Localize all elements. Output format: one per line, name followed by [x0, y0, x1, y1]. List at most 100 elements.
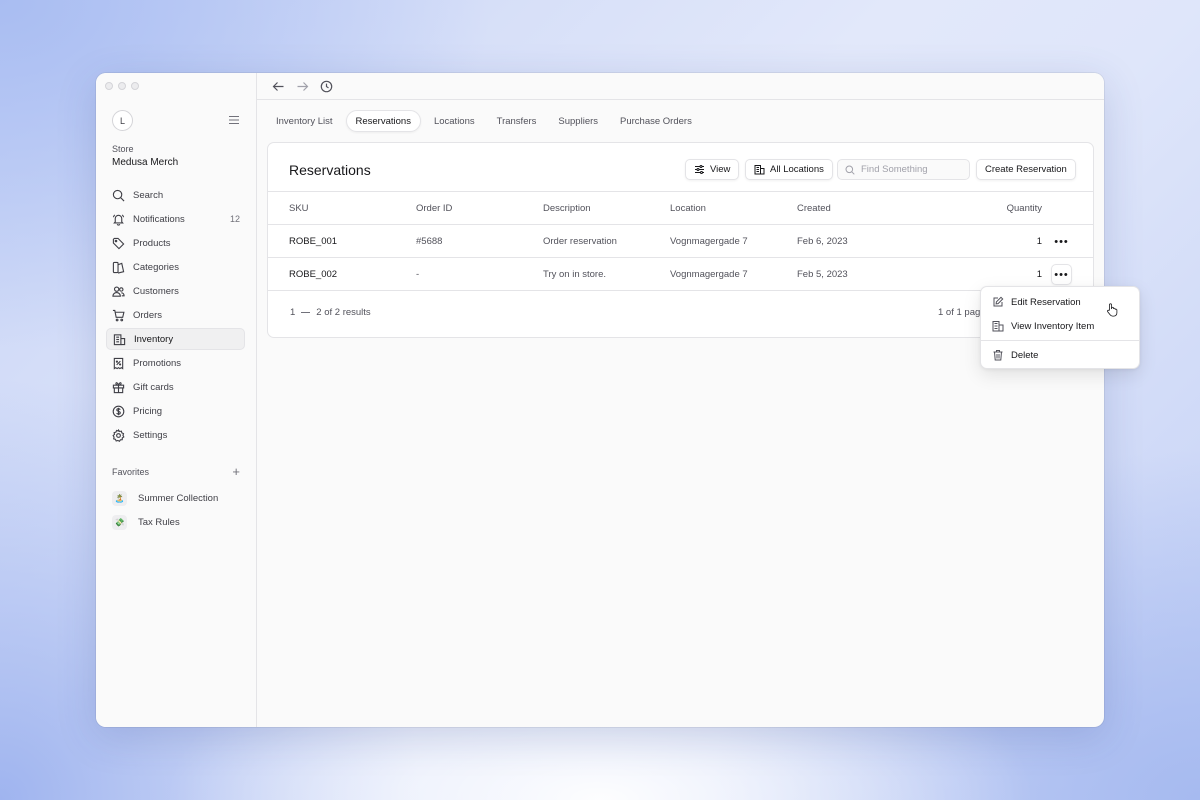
sidebar-toggle-icon[interactable] — [228, 114, 240, 126]
search-icon — [112, 189, 125, 201]
back-arrow-icon[interactable] — [272, 80, 285, 93]
top-bar — [257, 73, 1104, 100]
row-actions-button[interactable]: ••• — [1051, 264, 1072, 285]
cell-order-id: #5688 — [416, 235, 443, 247]
sidebar-item-inventory[interactable]: Inventory — [106, 328, 245, 350]
sidebar-item-categories[interactable]: Categories — [106, 256, 245, 278]
column-header-location[interactable]: Location — [670, 192, 706, 224]
buildings-icon — [992, 321, 1004, 332]
create-reservation-label: Create Reservation — [985, 164, 1067, 175]
sidebar-item-products[interactable]: Products — [106, 232, 245, 254]
sidebar-item-label: Products — [133, 237, 171, 249]
menu-item-label: Edit Reservation — [1011, 296, 1081, 308]
favorites-title: Favorites — [112, 467, 150, 477]
cell-location: Vognmagergade 7 — [670, 268, 748, 280]
menu-item-delete[interactable]: Delete — [986, 344, 1134, 366]
receipt-percent-icon — [113, 357, 124, 370]
row-actions-menu: Edit Reservation View Inventory Item Del… — [980, 286, 1140, 369]
sidebar-item-label: Pricing — [133, 405, 163, 417]
store-name[interactable]: Medusa Merch — [112, 157, 178, 168]
range-dash — [301, 312, 311, 313]
reservations-card: Reservations View All Locations Create R… — [267, 142, 1094, 338]
inventory-tabs: Inventory List Reservations Locations Tr… — [267, 110, 701, 132]
table-footer: 1 2 of 2 results 1 of 1 pages — [268, 290, 1093, 338]
sidebar-item-pricing[interactable]: Pricing — [106, 400, 245, 422]
column-header-quantity[interactable]: Quantity — [1007, 192, 1042, 224]
categories-icon — [112, 261, 125, 274]
close-window-button[interactable] — [105, 82, 113, 90]
menu-divider — [981, 340, 1139, 341]
cell-description: Order reservation — [543, 235, 617, 247]
buildings-icon — [113, 333, 126, 345]
sidebar-item-search[interactable]: Search — [106, 184, 245, 206]
sidebar-item-label: Promotions — [133, 357, 182, 369]
hand-pointer-icon — [1107, 303, 1118, 317]
history-clock-icon[interactable] — [320, 80, 333, 93]
sidebar-nav: Search Notifications 12 Products Categor… — [106, 184, 245, 448]
tab-purchase-orders[interactable]: Purchase Orders — [611, 110, 701, 132]
table-row[interactable]: ROBE_001 #5688 Order reservation Vognmag… — [268, 224, 1093, 257]
sidebar-item-gift-cards[interactable]: Gift cards — [106, 376, 245, 398]
sidebar-item-label: Customers — [133, 285, 179, 297]
sidebar: L Store Medusa Merch Search Notification… — [96, 73, 257, 727]
sidebar-item-label: Orders — [133, 309, 163, 321]
avatar[interactable]: L — [112, 110, 133, 131]
table-row[interactable]: ROBE_002 - Try on in store. Vognmagergad… — [268, 257, 1093, 290]
search-field[interactable] — [837, 159, 970, 180]
sidebar-item-label: Categories — [133, 261, 179, 273]
search-icon — [845, 165, 855, 175]
favorites-header: Favorites + — [112, 465, 240, 478]
column-header-description[interactable]: Description — [543, 192, 591, 224]
reservations-table: SKU Order ID Description Location Create… — [268, 191, 1093, 290]
menu-item-label: View Inventory Item — [1011, 320, 1095, 332]
sidebar-item-orders[interactable]: Orders — [106, 304, 245, 326]
favorite-tax-rules[interactable]: 💸 Tax Rules — [112, 511, 240, 533]
main-content: Inventory List Reservations Locations Tr… — [257, 73, 1104, 727]
tab-reservations[interactable]: Reservations — [345, 110, 421, 132]
sidebar-item-settings[interactable]: Settings — [106, 424, 245, 446]
forward-arrow-icon[interactable] — [296, 80, 309, 93]
sidebar-item-notifications[interactable]: Notifications 12 — [106, 208, 245, 230]
search-input[interactable] — [861, 164, 961, 175]
tab-transfers[interactable]: Transfers — [488, 110, 546, 132]
page-title: Reservations — [289, 162, 371, 178]
app-window: L Store Medusa Merch Search Notification… — [96, 73, 1104, 727]
column-header-created[interactable]: Created — [797, 192, 831, 224]
maximize-window-button[interactable] — [131, 82, 139, 90]
cell-location: Vognmagergade 7 — [670, 235, 748, 247]
tag-icon — [112, 237, 125, 249]
view-button[interactable]: View — [685, 159, 740, 180]
sidebar-item-customers[interactable]: Customers — [106, 280, 245, 302]
buildings-icon — [754, 165, 765, 175]
minimize-window-button[interactable] — [118, 82, 126, 90]
window-controls — [105, 82, 139, 90]
adjustments-icon — [695, 165, 704, 174]
cell-created: Feb 5, 2023 — [797, 268, 848, 280]
create-reservation-button[interactable]: Create Reservation — [976, 159, 1076, 180]
menu-item-label: Delete — [1011, 349, 1039, 361]
favorite-label: Summer Collection — [138, 492, 219, 504]
tab-suppliers[interactable]: Suppliers — [549, 110, 607, 132]
column-header-order-id[interactable]: Order ID — [416, 192, 452, 224]
cell-order-id: - — [416, 268, 420, 280]
add-favorite-button[interactable]: + — [232, 465, 240, 478]
island-icon: 🏝️ — [112, 490, 127, 506]
currency-dollar-icon — [112, 405, 125, 417]
sidebar-item-label: Search — [133, 189, 164, 201]
all-locations-button[interactable]: All Locations — [745, 159, 833, 180]
column-header-sku[interactable]: SKU — [289, 192, 309, 224]
results-count: 1 2 of 2 results — [290, 307, 371, 318]
notifications-count-badge: 12 — [229, 214, 240, 224]
gift-icon — [112, 381, 125, 393]
bell-icon — [112, 213, 125, 226]
row-actions-button[interactable]: ••• — [1051, 231, 1072, 252]
tab-inventory-list[interactable]: Inventory List — [267, 110, 342, 132]
menu-item-view-inventory-item[interactable]: View Inventory Item — [986, 315, 1134, 337]
all-locations-label: All Locations — [770, 164, 824, 175]
cell-description: Try on in store. — [543, 268, 607, 280]
favorite-summer-collection[interactable]: 🏝️ Summer Collection — [112, 487, 240, 509]
cell-sku: ROBE_002 — [289, 268, 338, 280]
cart-icon — [112, 309, 125, 321]
tab-locations[interactable]: Locations — [425, 110, 484, 132]
sidebar-item-promotions[interactable]: Promotions — [106, 352, 245, 374]
